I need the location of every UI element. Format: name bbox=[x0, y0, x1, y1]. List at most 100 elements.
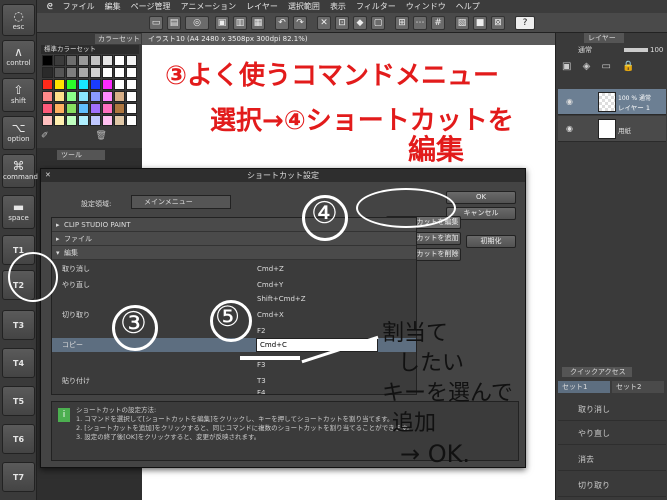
menu-filter[interactable]: フィルター bbox=[356, 1, 396, 12]
eye-icon[interactable]: ◉ bbox=[566, 97, 573, 106]
shortcut-key-input[interactable]: Cmd+C bbox=[256, 338, 378, 352]
folder-icon[interactable]: ▣ bbox=[215, 16, 229, 30]
color-swatch[interactable] bbox=[90, 55, 101, 66]
trash-icon[interactable]: 🗑 bbox=[95, 131, 106, 141]
help-icon[interactable]: ? bbox=[515, 16, 535, 30]
color-swatch[interactable] bbox=[90, 91, 101, 102]
fill-icon[interactable]: ◆ bbox=[353, 16, 367, 30]
menu-view[interactable]: 表示 bbox=[330, 1, 346, 12]
t6-button[interactable]: T6 bbox=[2, 424, 35, 454]
color-swatch[interactable] bbox=[102, 103, 113, 114]
close-icon[interactable]: ✕ bbox=[45, 171, 51, 179]
color-swatch[interactable] bbox=[102, 91, 113, 102]
t4-button[interactable]: T4 bbox=[2, 348, 35, 378]
quick-access-tab[interactable]: クイックアクセス bbox=[562, 367, 632, 377]
color-swatch[interactable] bbox=[90, 103, 101, 114]
color-swatch[interactable] bbox=[42, 67, 53, 78]
color-set-tab[interactable]: カラーセット bbox=[95, 34, 141, 44]
layer-row-1[interactable]: ◉ 100 % 通常 レイヤー 1 bbox=[558, 89, 666, 115]
new-layer-icon[interactable]: ▣ bbox=[562, 61, 571, 72]
color-swatch[interactable] bbox=[114, 79, 125, 90]
color-swatch[interactable] bbox=[114, 91, 125, 102]
option-button[interactable]: ⌥ option bbox=[2, 116, 35, 150]
color-swatch[interactable] bbox=[114, 115, 125, 126]
color-swatch[interactable] bbox=[90, 115, 101, 126]
qa-set1-tab[interactable]: セット1 bbox=[558, 381, 610, 393]
esc-button[interactable]: ◌ esc bbox=[2, 4, 35, 36]
document-tab[interactable]: イラスト10 (A4 2480 x 3508px 300dpi 82.1%) bbox=[142, 33, 555, 45]
menu-edit[interactable]: 編集 bbox=[105, 1, 121, 12]
group-row[interactable]: ▸ CLIP STUDIO PAINT bbox=[52, 218, 416, 232]
color-swatch[interactable] bbox=[54, 67, 65, 78]
eye-icon[interactable]: ◉ bbox=[566, 124, 573, 133]
ruler-icon[interactable]: ⋯ bbox=[413, 16, 427, 30]
open-icon[interactable]: ▤ bbox=[167, 16, 181, 30]
group-row[interactable]: ▸ ファイル bbox=[52, 232, 416, 246]
color-swatch[interactable] bbox=[78, 67, 89, 78]
color-swatch[interactable] bbox=[126, 115, 137, 126]
t5-button[interactable]: T5 bbox=[2, 386, 35, 416]
table-row[interactable]: F3 bbox=[52, 358, 416, 372]
color-swatch[interactable] bbox=[66, 91, 77, 102]
save-icon[interactable]: ▥ bbox=[233, 16, 247, 30]
color-swatch[interactable] bbox=[54, 103, 65, 114]
redo-icon[interactable]: ↷ bbox=[293, 16, 307, 30]
color-swatch[interactable] bbox=[126, 91, 137, 102]
setting-area-select[interactable]: メインメニュー bbox=[131, 195, 231, 209]
snap-icon[interactable]: ⊞ bbox=[395, 16, 409, 30]
qa-redo[interactable]: やり直し bbox=[558, 423, 666, 445]
qa-set2-tab[interactable]: セット2 bbox=[612, 381, 664, 393]
color-swatch[interactable] bbox=[66, 67, 77, 78]
color-swatch[interactable] bbox=[126, 103, 137, 114]
table-row[interactable]: F4 bbox=[52, 386, 416, 394]
color-set-select[interactable]: 標準カラーセット bbox=[41, 45, 139, 54]
color-swatch[interactable] bbox=[42, 115, 53, 126]
shift-button[interactable]: ⇧ shift bbox=[2, 78, 35, 112]
menu-help[interactable]: ヘルプ bbox=[456, 1, 480, 12]
grid-icon[interactable]: # bbox=[431, 16, 445, 30]
color-swatch[interactable] bbox=[66, 79, 77, 90]
command-button[interactable]: ⌘ command bbox=[2, 154, 38, 188]
menu-window[interactable]: ウィンドウ bbox=[406, 1, 446, 12]
menu-selection[interactable]: 選択範囲 bbox=[288, 1, 320, 12]
eyedropper-icon[interactable]: ✐ bbox=[41, 131, 49, 141]
space-button[interactable]: ▬ space bbox=[2, 195, 35, 229]
color-swatch[interactable] bbox=[42, 91, 53, 102]
blend-mode-select[interactable]: 通常 bbox=[578, 45, 618, 56]
color-icon[interactable]: ■ bbox=[473, 16, 487, 30]
color-swatch[interactable] bbox=[66, 103, 77, 114]
new-icon[interactable]: ▭ bbox=[149, 16, 163, 30]
color-swatch[interactable] bbox=[42, 79, 53, 90]
group-row[interactable]: ▾ 編集 bbox=[52, 246, 416, 260]
color-swatch[interactable] bbox=[90, 67, 101, 78]
color-swatch[interactable] bbox=[126, 55, 137, 66]
t7-button[interactable]: T7 bbox=[2, 462, 35, 492]
vector-layer-icon[interactable]: ◈ bbox=[583, 61, 591, 72]
mesh-icon[interactable]: ⊠ bbox=[491, 16, 505, 30]
qa-cut[interactable]: 切り取り bbox=[558, 475, 666, 497]
app-logo-icon[interactable]: ᘓ bbox=[47, 2, 53, 12]
export-icon[interactable]: ▦ bbox=[251, 16, 265, 30]
clear-icon[interactable]: ✕ bbox=[317, 16, 331, 30]
folder-layer-icon[interactable]: ▭ bbox=[602, 61, 611, 72]
table-row[interactable]: 取り消し Cmd+Z bbox=[52, 262, 416, 276]
menu-layer[interactable]: レイヤー bbox=[246, 1, 278, 12]
color-swatch[interactable] bbox=[126, 67, 137, 78]
color-swatch[interactable] bbox=[102, 55, 113, 66]
tool-tab[interactable]: ツール bbox=[57, 150, 105, 160]
color-swatch[interactable] bbox=[54, 55, 65, 66]
ok-button[interactable]: OK bbox=[446, 191, 516, 204]
color-swatch[interactable] bbox=[102, 67, 113, 78]
qa-undo[interactable]: 取り消し bbox=[558, 399, 666, 421]
control-button[interactable]: ∧ control bbox=[2, 40, 35, 74]
color-swatch[interactable] bbox=[66, 115, 77, 126]
opacity-value[interactable]: 100 bbox=[650, 45, 666, 56]
color-swatch[interactable] bbox=[114, 55, 125, 66]
layer-row-paper[interactable]: ◉ 用紙 bbox=[558, 116, 666, 142]
menu-page[interactable]: ページ管理 bbox=[131, 1, 171, 12]
color-swatch[interactable] bbox=[54, 79, 65, 90]
init-button[interactable]: 初期化 bbox=[466, 235, 516, 248]
color-swatch[interactable] bbox=[78, 115, 89, 126]
lock-icon[interactable]: 🔒 bbox=[622, 61, 634, 72]
color-swatch[interactable] bbox=[102, 79, 113, 90]
